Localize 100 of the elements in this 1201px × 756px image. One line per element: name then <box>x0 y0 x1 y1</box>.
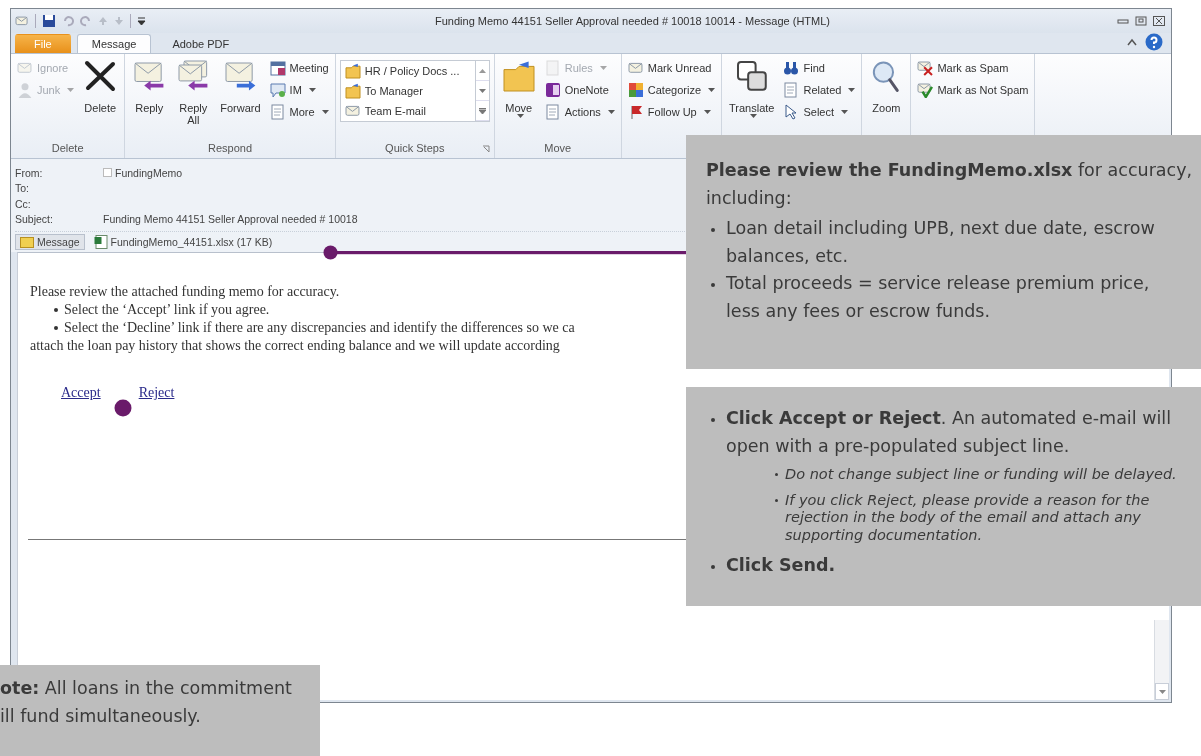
message-tab[interactable]: Message <box>15 234 85 250</box>
caret-icon <box>599 66 607 70</box>
caret-icon <box>703 110 711 114</box>
ribbon-button[interactable]: To Manager <box>342 81 473 101</box>
ribbon-button[interactable]: Team E-mail <box>342 101 473 121</box>
envelope-arrow-icon <box>133 60 166 92</box>
ribbon-tab[interactable]: Adobe PDF <box>157 34 245 53</box>
toolbar-button[interactable] <box>137 16 146 26</box>
caret-icon <box>321 110 329 114</box>
overlapping-squares-icon <box>735 60 768 92</box>
field-label: Cc: <box>15 197 32 210</box>
person-icon <box>17 82 33 98</box>
minimize-button[interactable] <box>1117 16 1129 26</box>
scroll-down-button[interactable] <box>1155 683 1169 700</box>
envelope-cross-icon <box>917 60 934 76</box>
ribbon-button[interactable]: Mark as Not Spam <box>915 80 1031 100</box>
dialog-launcher-button[interactable] <box>481 145 490 153</box>
collapse-ribbon-button[interactable] <box>1127 38 1137 46</box>
ribbon-button[interactable]: Forward <box>217 56 264 118</box>
ribbon-tab[interactable]: Message <box>76 34 152 53</box>
cross-icon <box>84 60 117 92</box>
callout-text: Total proceeds = service release premium price, less any fees or escrow funds. <box>726 272 1151 323</box>
ribbon-button[interactable]: Mark as Spam <box>915 58 1031 78</box>
ribbon-button[interactable]: Actions <box>542 102 617 122</box>
calendar-icon <box>269 60 286 76</box>
group-label: Delete <box>51 142 84 154</box>
callout-text: If you click Reject, please provide a reason for the rejection in the body of the email and attach any supporting documentation. <box>785 491 1151 544</box>
bullet-icon <box>54 326 58 330</box>
body-text: Select the ‘Accept’ link if you agree. <box>64 302 270 318</box>
ribbon-button[interactable]: Select <box>781 102 858 122</box>
chat-icon <box>269 82 286 98</box>
ribbon-button[interactable]: Reply All <box>173 56 214 130</box>
restore-icon <box>1135 16 1147 26</box>
ribbon-button[interactable]: IM <box>267 80 331 100</box>
callout-text: Click Accept or Reject. An automated e-mail will open with a pre-populated subject line. <box>726 407 1173 458</box>
scrollbar[interactable] <box>1154 620 1169 700</box>
field-label: From: <box>15 166 44 179</box>
folder-icon <box>344 83 361 99</box>
ribbon-button[interactable]: Related <box>781 80 858 100</box>
envelope-arrow-icon <box>177 60 210 92</box>
ribbon-button[interactable]: Translate <box>726 56 778 133</box>
toolbar-button[interactable] <box>42 14 56 28</box>
ribbon-button[interactable]: Zoom <box>866 56 907 118</box>
callout-text: Click Send. <box>726 554 836 577</box>
body-text: Please review the attached funding memo for accuracy. <box>30 284 340 300</box>
envelope-check-icon <box>917 82 934 98</box>
caret-icon <box>478 88 486 93</box>
caret-up-icon <box>1127 38 1137 46</box>
down-arrow-icon <box>114 16 124 26</box>
callout-text: Loan detail including UPB, next due date, escrow balances, etc. <box>726 217 1156 268</box>
caret-icon <box>67 88 75 92</box>
restore-button[interactable] <box>1135 16 1147 26</box>
spreadsheet-icon <box>93 235 108 249</box>
ribbon-button[interactable]: OneNote <box>542 80 617 100</box>
ribbon-button[interactable]: Follow Up <box>625 102 717 122</box>
ribbon-button[interactable]: Delete <box>80 56 121 118</box>
envelope-icon <box>20 236 34 248</box>
ribbon-button[interactable]: More <box>267 102 331 122</box>
document-icon <box>269 104 286 120</box>
close-icon <box>1153 16 1165 26</box>
ribbon-button[interactable]: Move <box>498 56 539 133</box>
bullet-icon <box>775 473 778 476</box>
color-grid-icon <box>627 82 644 98</box>
ribbon-button[interactable]: Categorize <box>625 80 717 100</box>
close-button[interactable] <box>1153 16 1165 26</box>
callout-text: Do not change subject line or funding will be delayed. <box>785 466 1177 484</box>
minimize-icon <box>1117 16 1129 26</box>
binoculars-icon <box>783 60 800 76</box>
field-value: FundingMemo <box>115 166 183 179</box>
note-icon <box>544 82 561 98</box>
envelope-icon <box>17 60 33 76</box>
callout-text: Please review the FundingMemo.xlsx for accuracy, including: <box>706 159 1194 210</box>
ribbon-button[interactable]: Mark Unread <box>625 58 717 78</box>
ribbon-button[interactable]: Find <box>781 58 858 78</box>
envelope-icon <box>627 60 644 76</box>
expand-icon <box>478 107 486 114</box>
envelope-icon <box>344 103 361 119</box>
group-label: Quick Steps <box>385 142 445 154</box>
document-icon <box>544 60 561 76</box>
document-icon <box>544 104 561 120</box>
help-icon <box>1145 33 1163 51</box>
link[interactable]: Reject <box>138 385 175 401</box>
envelope-arrow-icon <box>224 60 257 92</box>
attachment-item[interactable]: FundingMemo_44151.xlsx (17 KB) <box>88 233 278 251</box>
caret-icon <box>848 88 856 92</box>
ribbon-button[interactable]: HR / Policy Docs ... <box>342 61 473 81</box>
ribbon-button[interactable]: Reply <box>129 56 170 118</box>
ribbon-button[interactable]: Meeting <box>267 58 331 78</box>
field-label: Subject: <box>15 213 54 226</box>
envelope-icon <box>15 14 29 28</box>
link[interactable]: Accept <box>61 385 101 401</box>
callout-text: ote: All loans in the commitment <box>0 677 292 700</box>
folder-icon <box>502 60 535 92</box>
caret-icon <box>1158 689 1166 694</box>
caret-icon <box>708 88 715 92</box>
caret-up-icon <box>478 68 486 73</box>
group-label: Respond <box>207 142 252 154</box>
field-value: Funding Memo 44151 Seller Approval needed # 10018 <box>103 213 358 226</box>
folder-icon <box>344 63 361 79</box>
help-button[interactable] <box>1145 33 1163 51</box>
